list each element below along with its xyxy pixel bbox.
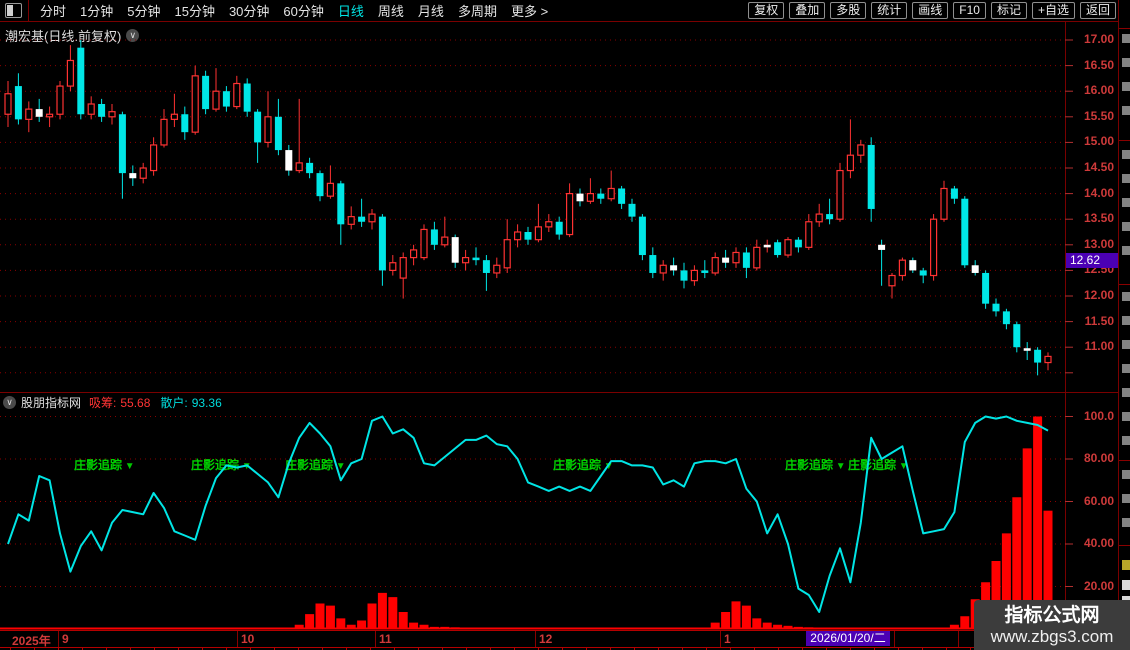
- clipped-sidebar-glyph: [1122, 388, 1130, 397]
- clipped-sidebar-glyph: [1122, 198, 1130, 207]
- sidebar-divider: [1119, 28, 1130, 29]
- watermark-badge: 指标公式网 www.zbgs3.com: [974, 600, 1130, 650]
- sidebar-divider: [1119, 460, 1130, 461]
- timeline-date-tag: 2026/01/20/二: [806, 631, 890, 646]
- clipped-sidebar-glyph: [1122, 560, 1130, 570]
- clipped-sidebar-glyph: [1122, 364, 1130, 373]
- clipped-sidebar-glyph: [1122, 106, 1130, 115]
- chart-canvas[interactable]: [0, 0, 1130, 650]
- clipped-sidebar-glyph: [1122, 58, 1130, 67]
- clipped-sidebar-glyph: [1122, 436, 1130, 445]
- clipped-sidebar-glyph: [1122, 34, 1130, 43]
- clipped-sidebar-glyph: [1122, 494, 1130, 503]
- clipped-sidebar-glyph: [1122, 316, 1130, 325]
- sidebar-divider: [1119, 545, 1130, 546]
- clipped-sidebar-glyph: [1122, 292, 1130, 301]
- watermark-url: www.zbgs3.com: [990, 626, 1114, 646]
- clipped-sidebar-glyph: [1122, 246, 1130, 255]
- clipped-sidebar-glyph: [1122, 518, 1130, 527]
- sidebar-divider: [1119, 284, 1130, 285]
- clipped-sidebar-glyph: [1122, 222, 1130, 231]
- sidebar-divider: [1119, 140, 1130, 141]
- trading-app-window: 分时 1分钟 5分钟 15分钟 30分钟 60分钟 日线 周线 月线 多周期 更多 > 复权 叠加 多股…: [0, 0, 1130, 650]
- clipped-sidebar-glyph: [1122, 470, 1130, 479]
- clipped-sidebar-glyph: [1122, 412, 1130, 421]
- clipped-sidebar-glyph: [1122, 340, 1130, 349]
- clipped-sidebar-glyph: [1122, 82, 1130, 91]
- clipped-sidebar-glyph: [1122, 150, 1130, 159]
- clipped-sidebar-glyph: [1122, 580, 1130, 590]
- clipped-sidebar-glyph: [1122, 174, 1130, 183]
- right-sidebar-strip[interactable]: [1118, 0, 1130, 650]
- watermark-title: 指标公式网: [1004, 604, 1100, 626]
